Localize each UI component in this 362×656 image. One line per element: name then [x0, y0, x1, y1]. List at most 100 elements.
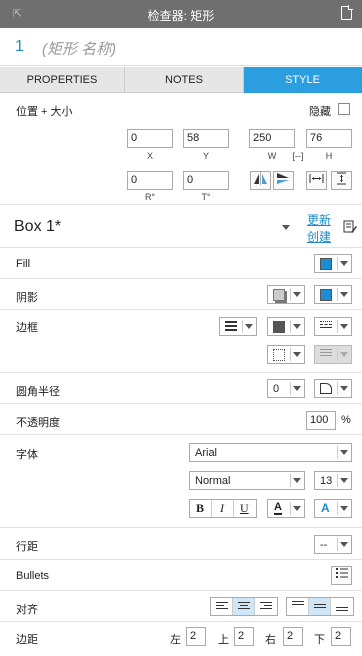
- arrow-style-icon: [320, 349, 332, 358]
- align-right-icon[interactable]: [255, 598, 277, 615]
- inspector-tabs: PROPERTIES NOTES STYLE: [0, 67, 362, 93]
- tab-properties[interactable]: PROPERTIES: [0, 67, 125, 93]
- font-color-icon: A: [274, 501, 282, 515]
- fit-height-icon[interactable]: [331, 171, 352, 190]
- opacity-input[interactable]: 100: [306, 411, 336, 430]
- rotation-caption: R°: [144, 192, 156, 202]
- inner-shadow-icon: [320, 289, 332, 301]
- bullets-section: Bullets: [0, 561, 362, 591]
- page-icon[interactable]: [341, 5, 353, 20]
- vertical-align-group: [286, 597, 354, 616]
- border-style-dropdown[interactable]: [314, 317, 352, 336]
- border-color-dropdown[interactable]: [219, 317, 257, 336]
- rotation-input[interactable]: 0: [127, 171, 173, 190]
- shape-name-bar: 1 (矩形 名称): [0, 28, 362, 66]
- border-label: 边框: [16, 322, 38, 334]
- font-size-dropdown[interactable]: 13: [314, 471, 352, 490]
- border-visibility-dropdown[interactable]: [267, 345, 305, 364]
- shape-number: 1: [15, 38, 24, 55]
- font-weight-dropdown[interactable]: Normal: [189, 471, 305, 490]
- shape-name-field[interactable]: (矩形 名称): [42, 38, 116, 59]
- font-section: 字体 Arial Normal 13 B I U A A: [0, 436, 362, 528]
- style-name[interactable]: Box 1*: [14, 218, 61, 236]
- padding-bottom-input[interactable]: 2: [331, 627, 351, 646]
- outer-shadow-icon: [273, 289, 285, 301]
- create-style-link[interactable]: 创建: [307, 228, 331, 245]
- font-family-dropdown[interactable]: Arial: [189, 443, 352, 462]
- text-effect-dropdown[interactable]: A: [314, 499, 352, 518]
- position-size-section: 位置 + 大小 隐藏 0 58 250 76 X Y W [--] H 0 0 …: [0, 93, 362, 205]
- corner-radius-label: 圆角半径: [16, 386, 60, 398]
- tab-notes[interactable]: NOTES: [125, 67, 244, 93]
- shadow-section: 阴影: [0, 280, 362, 310]
- alignment-label: 对齐: [16, 604, 38, 616]
- font-label: 字体: [16, 449, 38, 461]
- corner-type-dropdown[interactable]: [314, 379, 352, 398]
- update-style-link[interactable]: 更新: [307, 211, 331, 228]
- font-size-value: 13: [320, 475, 333, 487]
- bullets-list-icon[interactable]: [331, 566, 352, 585]
- lock-ratio-toggle[interactable]: [--]: [288, 151, 308, 161]
- padding-top-label: 上: [218, 634, 229, 646]
- align-middle-icon[interactable]: [309, 598, 331, 615]
- padding-bottom-label: 下: [314, 634, 325, 646]
- corner-radius-value: 0: [273, 383, 280, 395]
- line-spacing-label: 行距: [16, 541, 38, 553]
- align-center-icon[interactable]: [233, 598, 255, 615]
- font-color-dropdown[interactable]: A: [267, 499, 305, 518]
- align-left-icon[interactable]: [211, 598, 233, 615]
- line-spacing-value: --: [320, 539, 328, 551]
- fill-label: Fill: [16, 258, 31, 270]
- fill-section: Fill: [0, 249, 362, 279]
- align-top-icon[interactable]: [287, 598, 309, 615]
- x-input[interactable]: 0: [127, 129, 173, 148]
- border-color-icon: [225, 321, 237, 333]
- hide-checkbox[interactable]: [338, 103, 350, 115]
- corner-radius-input[interactable]: 0: [267, 379, 305, 398]
- edit-style-icon[interactable]: [343, 220, 357, 237]
- padding-right-input[interactable]: 2: [283, 627, 303, 646]
- style-dropdown-icon[interactable]: [282, 225, 290, 230]
- border-dash-icon: [320, 321, 332, 330]
- line-spacing-dropdown[interactable]: --: [314, 535, 352, 554]
- outer-shadow-dropdown[interactable]: [267, 285, 305, 304]
- tab-style[interactable]: STYLE: [244, 67, 362, 93]
- font-weight-value: Normal: [195, 475, 231, 487]
- x-caption: X: [146, 151, 153, 161]
- text-rotation-input[interactable]: 0: [183, 171, 229, 190]
- underline-button[interactable]: U: [234, 500, 256, 517]
- opacity-unit: %: [341, 414, 351, 426]
- text-rotation-caption: T°: [201, 192, 211, 202]
- border-visibility-icon: [273, 349, 285, 361]
- bold-button[interactable]: B: [190, 500, 212, 517]
- flip-horizontal-icon[interactable]: [250, 171, 271, 190]
- fit-width-icon[interactable]: [306, 171, 327, 190]
- height-input[interactable]: 76: [306, 129, 352, 148]
- arrow-style-dropdown[interactable]: [314, 345, 352, 364]
- y-caption: Y: [202, 151, 209, 161]
- padding-top-input[interactable]: 2: [234, 627, 254, 646]
- rounded-corner-icon: [320, 383, 332, 394]
- padding-left-input[interactable]: 2: [186, 627, 206, 646]
- fill-color-dropdown[interactable]: [314, 254, 352, 273]
- border-width-icon: [273, 321, 285, 333]
- y-input[interactable]: 58: [183, 129, 229, 148]
- window-title: 检查器: 矩形: [147, 9, 215, 23]
- style-selector-section: Box 1* 更新 创建: [0, 206, 362, 248]
- horizontal-align-group: [210, 597, 278, 616]
- font-style-buttons: B I U: [189, 499, 257, 518]
- hide-label: 隐藏: [309, 106, 331, 118]
- line-spacing-section: 行距 --: [0, 529, 362, 560]
- italic-button[interactable]: I: [212, 500, 234, 517]
- align-bottom-icon[interactable]: [331, 598, 353, 615]
- opacity-section: 不透明度 100 %: [0, 405, 362, 435]
- padding-label: 边距: [16, 634, 38, 646]
- position-size-label: 位置 + 大小: [16, 106, 73, 118]
- border-width-dropdown[interactable]: [267, 317, 305, 336]
- font-family-value: Arial: [195, 447, 218, 459]
- inspector-titlebar: ⇱ 检查器: 矩形: [0, 0, 362, 28]
- width-input[interactable]: 250: [249, 129, 295, 148]
- padding-section: 边距 左 2 上 2 右 2 下 2: [0, 623, 362, 656]
- inner-shadow-dropdown[interactable]: [314, 285, 352, 304]
- flip-vertical-icon[interactable]: [273, 171, 294, 190]
